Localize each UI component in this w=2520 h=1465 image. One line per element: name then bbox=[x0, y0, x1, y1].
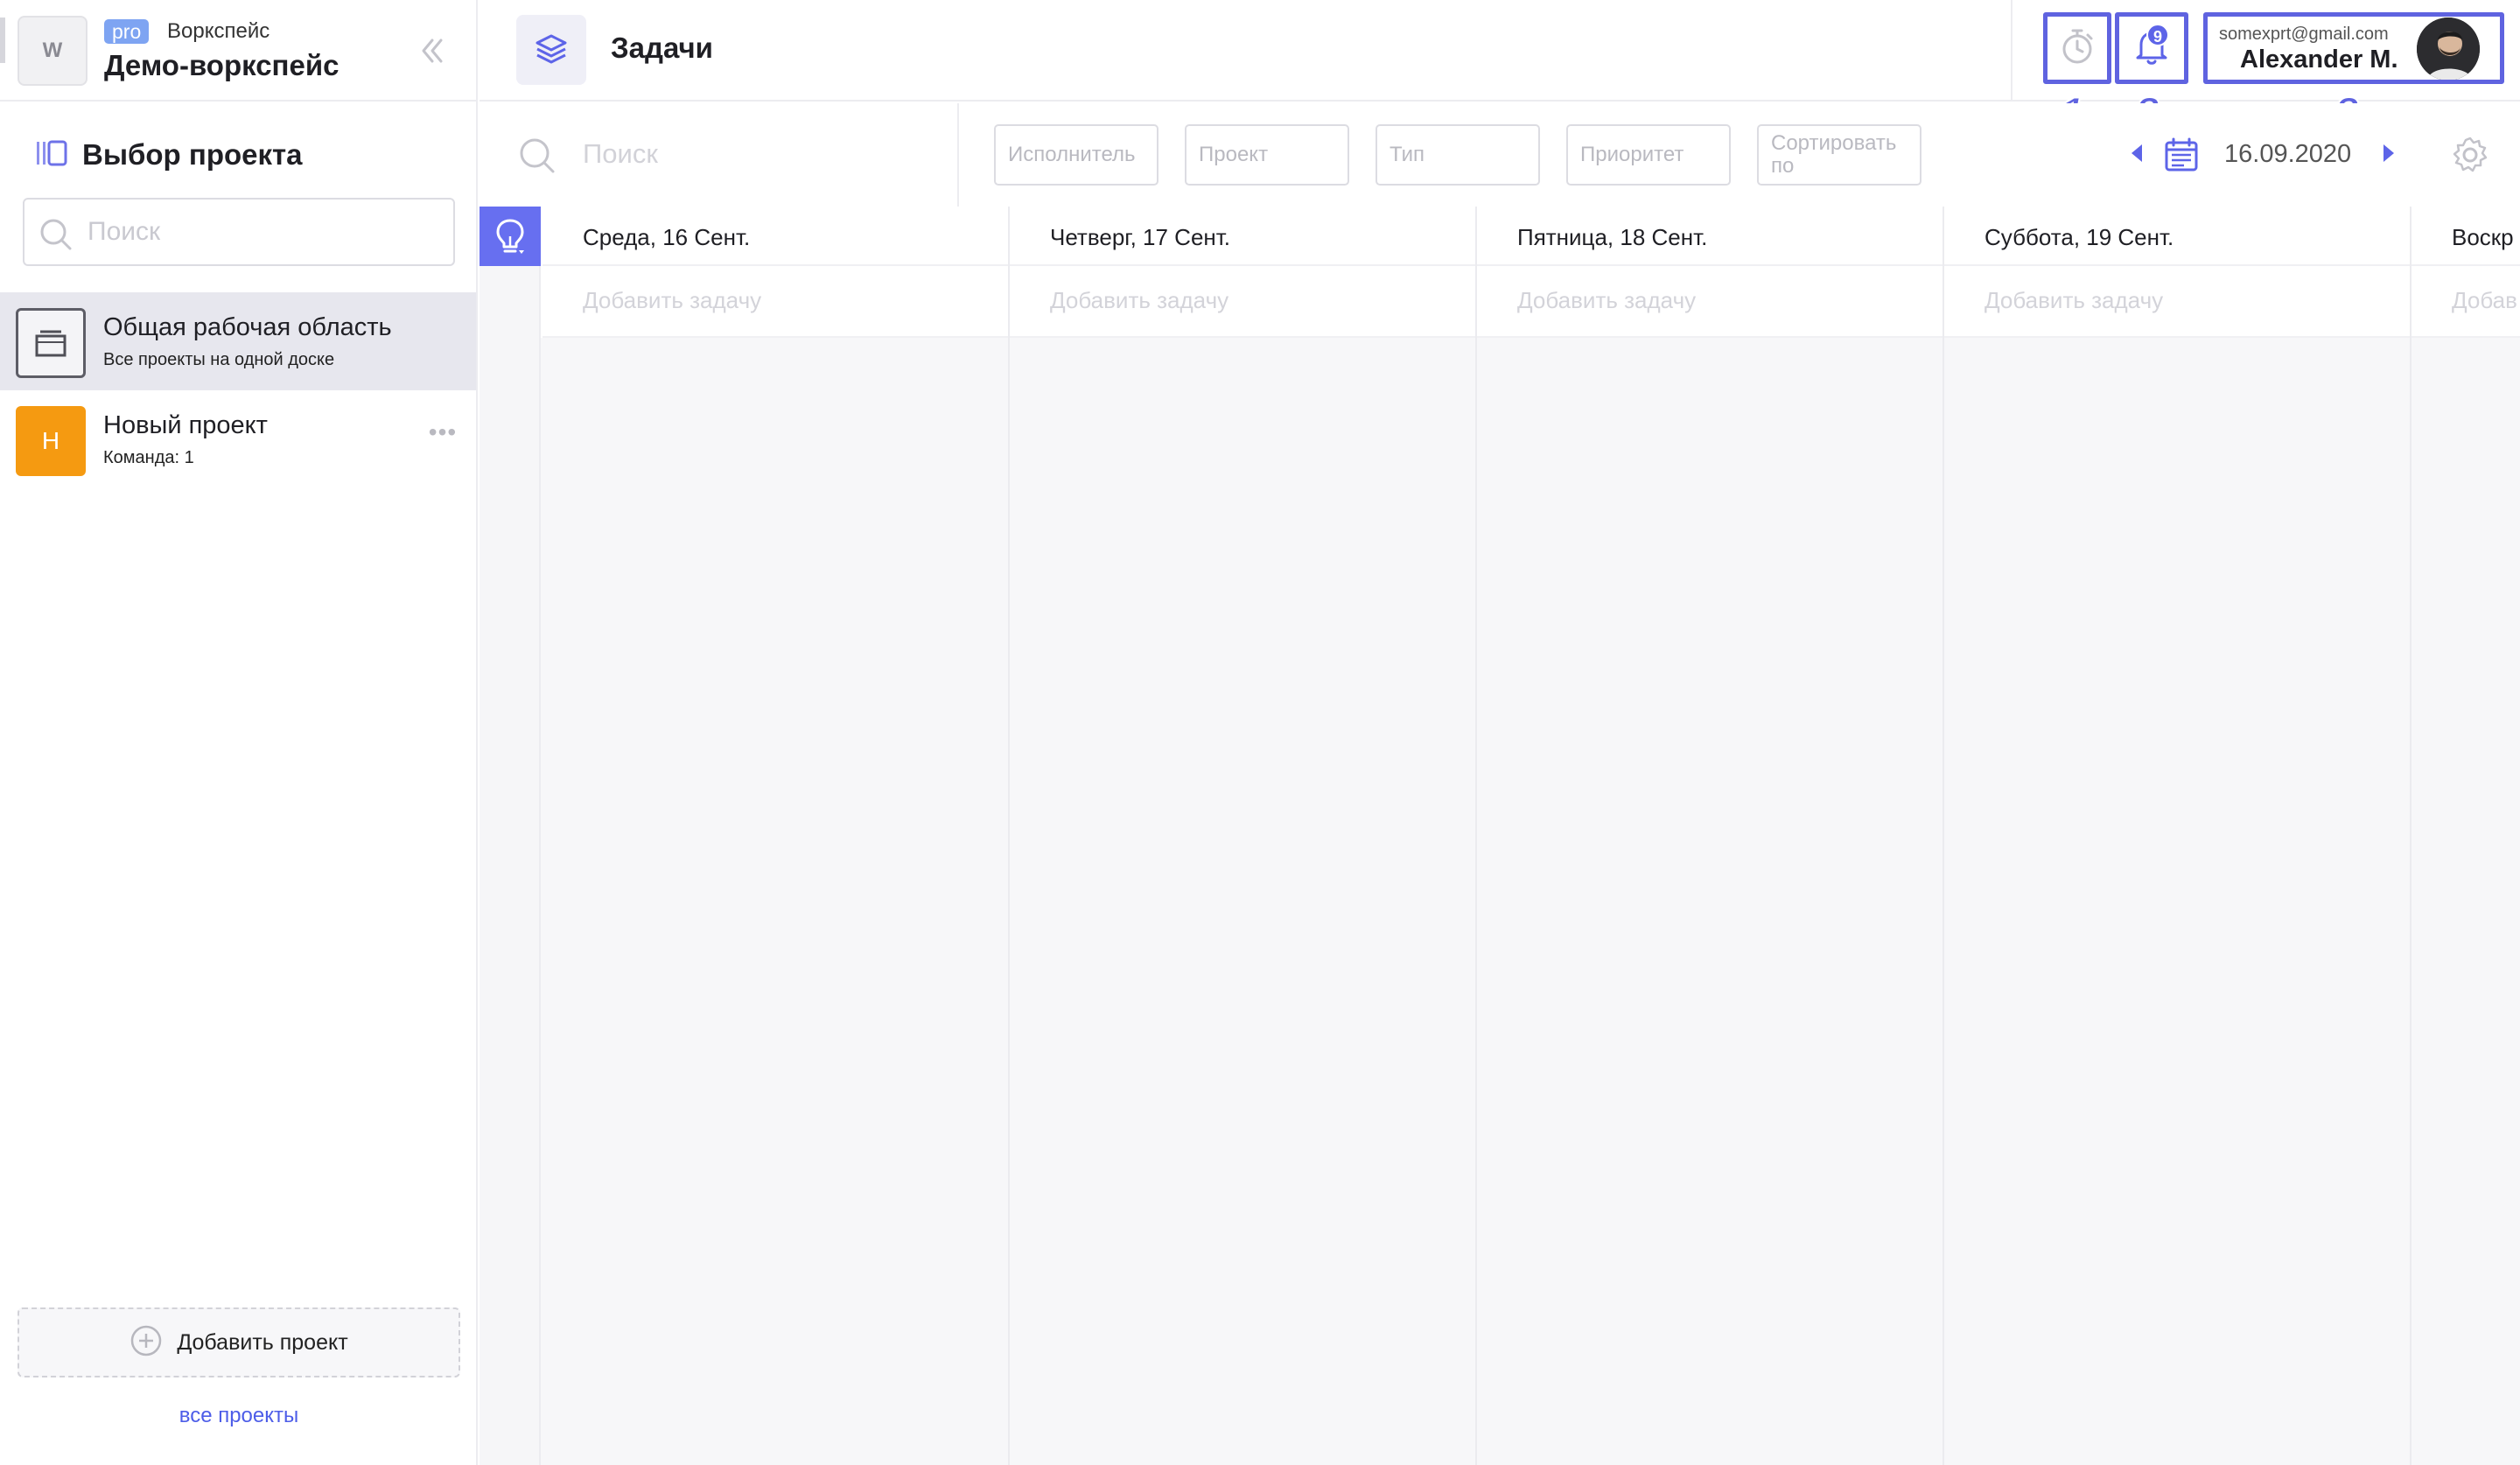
more-options-icon[interactable]: ••• bbox=[425, 415, 460, 450]
project-title: Новый проект bbox=[103, 411, 268, 439]
add-project-button[interactable]: Добавить проект bbox=[18, 1307, 460, 1377]
plus-circle-icon bbox=[130, 1324, 163, 1362]
column-divider bbox=[1475, 207, 1477, 1465]
day-column-header: Пятница, 18 Сент. bbox=[1477, 207, 1944, 266]
add-task-button[interactable]: Добав bbox=[2452, 287, 2517, 314]
task-search[interactable] bbox=[480, 103, 959, 207]
gear-icon[interactable] bbox=[2450, 135, 2490, 179]
next-date-icon[interactable] bbox=[2378, 140, 2399, 166]
board-body bbox=[541, 338, 2520, 1465]
project-subtitle: Команда: 1 bbox=[103, 448, 194, 467]
current-date[interactable]: 16.09.2020 bbox=[2224, 140, 2351, 169]
day-column-header: Среда, 16 Сент. bbox=[542, 207, 1010, 266]
collapse-sidebar-icon[interactable] bbox=[413, 32, 452, 70]
add-project-label: Добавить проект bbox=[177, 1329, 348, 1355]
add-task-row: Добавить задачу bbox=[1010, 268, 1477, 338]
project-search[interactable] bbox=[23, 198, 455, 266]
search-icon bbox=[38, 217, 74, 256]
priority-filter[interactable]: Приоритет bbox=[1566, 124, 1731, 186]
add-task-row: Добав bbox=[2412, 268, 2520, 338]
workspace-header: W pro Воркспейс Демо-воркспейс bbox=[0, 0, 476, 102]
task-search-input[interactable] bbox=[581, 130, 931, 179]
project-selection-heading: Выбор проекта bbox=[35, 137, 303, 173]
project-title: Общая рабочая область bbox=[103, 313, 392, 341]
task-board: Среда, 16 Сент. Добавить задачу Четверг,… bbox=[480, 207, 2520, 1465]
calendar-icon[interactable] bbox=[2163, 137, 2200, 178]
add-task-button[interactable]: Добавить задачу bbox=[1984, 287, 2163, 314]
add-task-button[interactable]: Добавить задачу bbox=[1050, 287, 1228, 314]
project-avatar: Н bbox=[16, 406, 86, 476]
plan-badge: pro bbox=[104, 19, 150, 44]
board-gutter bbox=[480, 207, 541, 1465]
type-filter[interactable]: Тип bbox=[1376, 124, 1540, 186]
day-column-header: Воскр bbox=[2412, 207, 2520, 266]
project-item-new[interactable]: Н Новый проект Команда: 1 ••• bbox=[0, 390, 476, 488]
previous-date-icon[interactable] bbox=[2126, 140, 2147, 166]
column-divider bbox=[2410, 207, 2412, 1465]
day-title: Суббота, 19 Сент. bbox=[1984, 224, 2174, 250]
day-title: Четверг, 17 Сент. bbox=[1050, 224, 1231, 250]
annotation-box-2 bbox=[2115, 12, 2188, 84]
page-title: Задачи bbox=[611, 32, 713, 64]
day-column-header: Четверг, 17 Сент. bbox=[1010, 207, 1477, 266]
sort-filter[interactable]: Сортировать по bbox=[1757, 124, 1922, 186]
search-icon bbox=[518, 137, 556, 179]
sidebar-heading: Выбор проекта bbox=[82, 138, 303, 171]
layers-icon[interactable] bbox=[516, 15, 586, 85]
column-divider bbox=[1942, 207, 1944, 1465]
filter-bar: Исполнитель Проект Тип Приоритет Сортиро… bbox=[480, 103, 2520, 207]
day-title: Пятница, 18 Сент. bbox=[1517, 224, 1708, 250]
day-title: Воскр bbox=[2452, 224, 2514, 250]
project-search-input[interactable] bbox=[86, 208, 436, 256]
add-task-row: Добавить задачу bbox=[542, 268, 1010, 338]
project-subtitle: Все проекты на одной доске bbox=[103, 350, 335, 369]
day-title: Среда, 16 Сент. bbox=[583, 224, 751, 250]
projects-icon bbox=[35, 139, 68, 172]
project-filter[interactable]: Проект bbox=[1185, 124, 1349, 186]
assignee-filter[interactable]: Исполнитель bbox=[994, 124, 1158, 186]
add-task-button[interactable]: Добавить задачу bbox=[583, 287, 761, 314]
sidebar: W pro Воркспейс Демо-воркспейс Выбор про… bbox=[0, 0, 478, 1465]
workspace-logo-letter: W bbox=[42, 39, 63, 62]
annotation-box-3 bbox=[2203, 12, 2504, 84]
board-icon bbox=[16, 308, 86, 378]
divider bbox=[2011, 0, 2012, 102]
day-column-header: Суббота, 19 Сент. bbox=[1944, 207, 2412, 266]
add-task-button[interactable]: Добавить задачу bbox=[1517, 287, 1696, 314]
column-divider bbox=[1008, 207, 1010, 1465]
lightbulb-icon[interactable] bbox=[480, 207, 541, 266]
workspace-name[interactable]: Демо-воркспейс bbox=[104, 47, 339, 84]
add-task-row: Добавить задачу bbox=[1944, 268, 2412, 338]
workspace-type-label: Воркспейс bbox=[167, 19, 270, 43]
workspace-logo[interactable]: W bbox=[18, 16, 88, 86]
project-item-general[interactable]: Общая рабочая область Все проекты на одн… bbox=[0, 292, 476, 390]
all-projects-link[interactable]: все проекты bbox=[0, 1404, 478, 1428]
add-task-row: Добавить задачу bbox=[1477, 268, 1944, 338]
annotation-box-1 bbox=[2043, 12, 2111, 84]
